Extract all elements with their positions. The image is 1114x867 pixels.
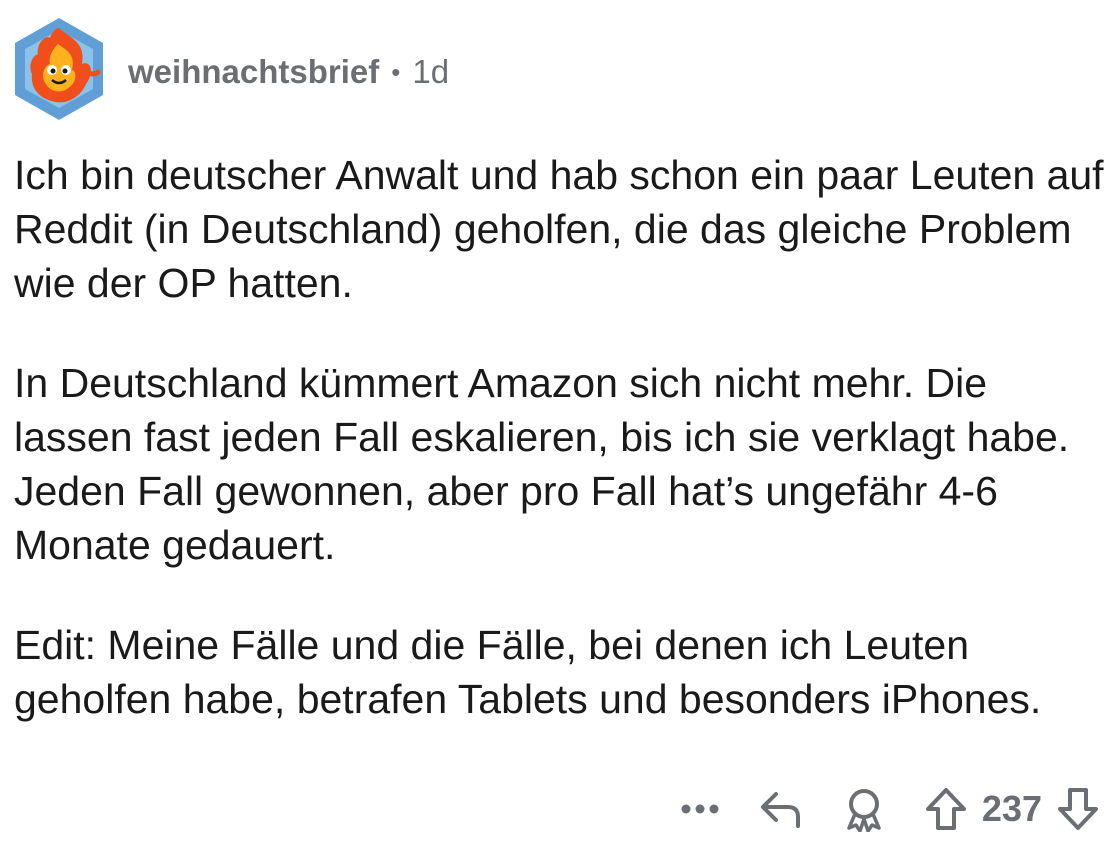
upvote-icon bbox=[925, 788, 966, 830]
author-username[interactable]: weihnachtsbrief bbox=[128, 53, 379, 91]
comment-age: 1d bbox=[412, 53, 450, 90]
reply-button[interactable] bbox=[758, 788, 804, 830]
comment-meta: weihnachtsbrief • 1d bbox=[128, 53, 449, 91]
comment-header: weihnachtsbrief • 1d bbox=[10, 14, 449, 124]
fire-mascot-avatar-icon bbox=[15, 18, 103, 120]
vote-controls: 237 bbox=[924, 786, 1100, 832]
more-options-button[interactable] bbox=[680, 803, 720, 815]
avatar[interactable] bbox=[10, 14, 108, 124]
meta-separator: • bbox=[391, 56, 401, 87]
comment-paragraph: Ich bin deutscher Anwalt und hab schon e… bbox=[14, 152, 1104, 306]
award-icon bbox=[847, 789, 881, 832]
more-dots-icon bbox=[681, 804, 719, 814]
comment-actions: 237 bbox=[680, 782, 1100, 836]
downvote-button[interactable] bbox=[1056, 786, 1100, 832]
award-button[interactable] bbox=[842, 786, 886, 832]
comment-paragraph: In Deutschland kümmert Amazon sich nicht… bbox=[14, 360, 1070, 568]
comment: weihnachtsbrief • 1d Ich bin deutscher A… bbox=[0, 0, 1114, 867]
reply-icon bbox=[760, 792, 800, 828]
upvote-button[interactable] bbox=[924, 786, 968, 832]
vote-count: 237 bbox=[981, 788, 1042, 829]
comment-paragraph: Edit: Meine Fälle und die Fälle, bei den… bbox=[14, 622, 1042, 722]
comment-body: Ich bin deutscher Anwalt und hab schon e… bbox=[14, 148, 1104, 772]
downvote-icon bbox=[1058, 788, 1098, 830]
